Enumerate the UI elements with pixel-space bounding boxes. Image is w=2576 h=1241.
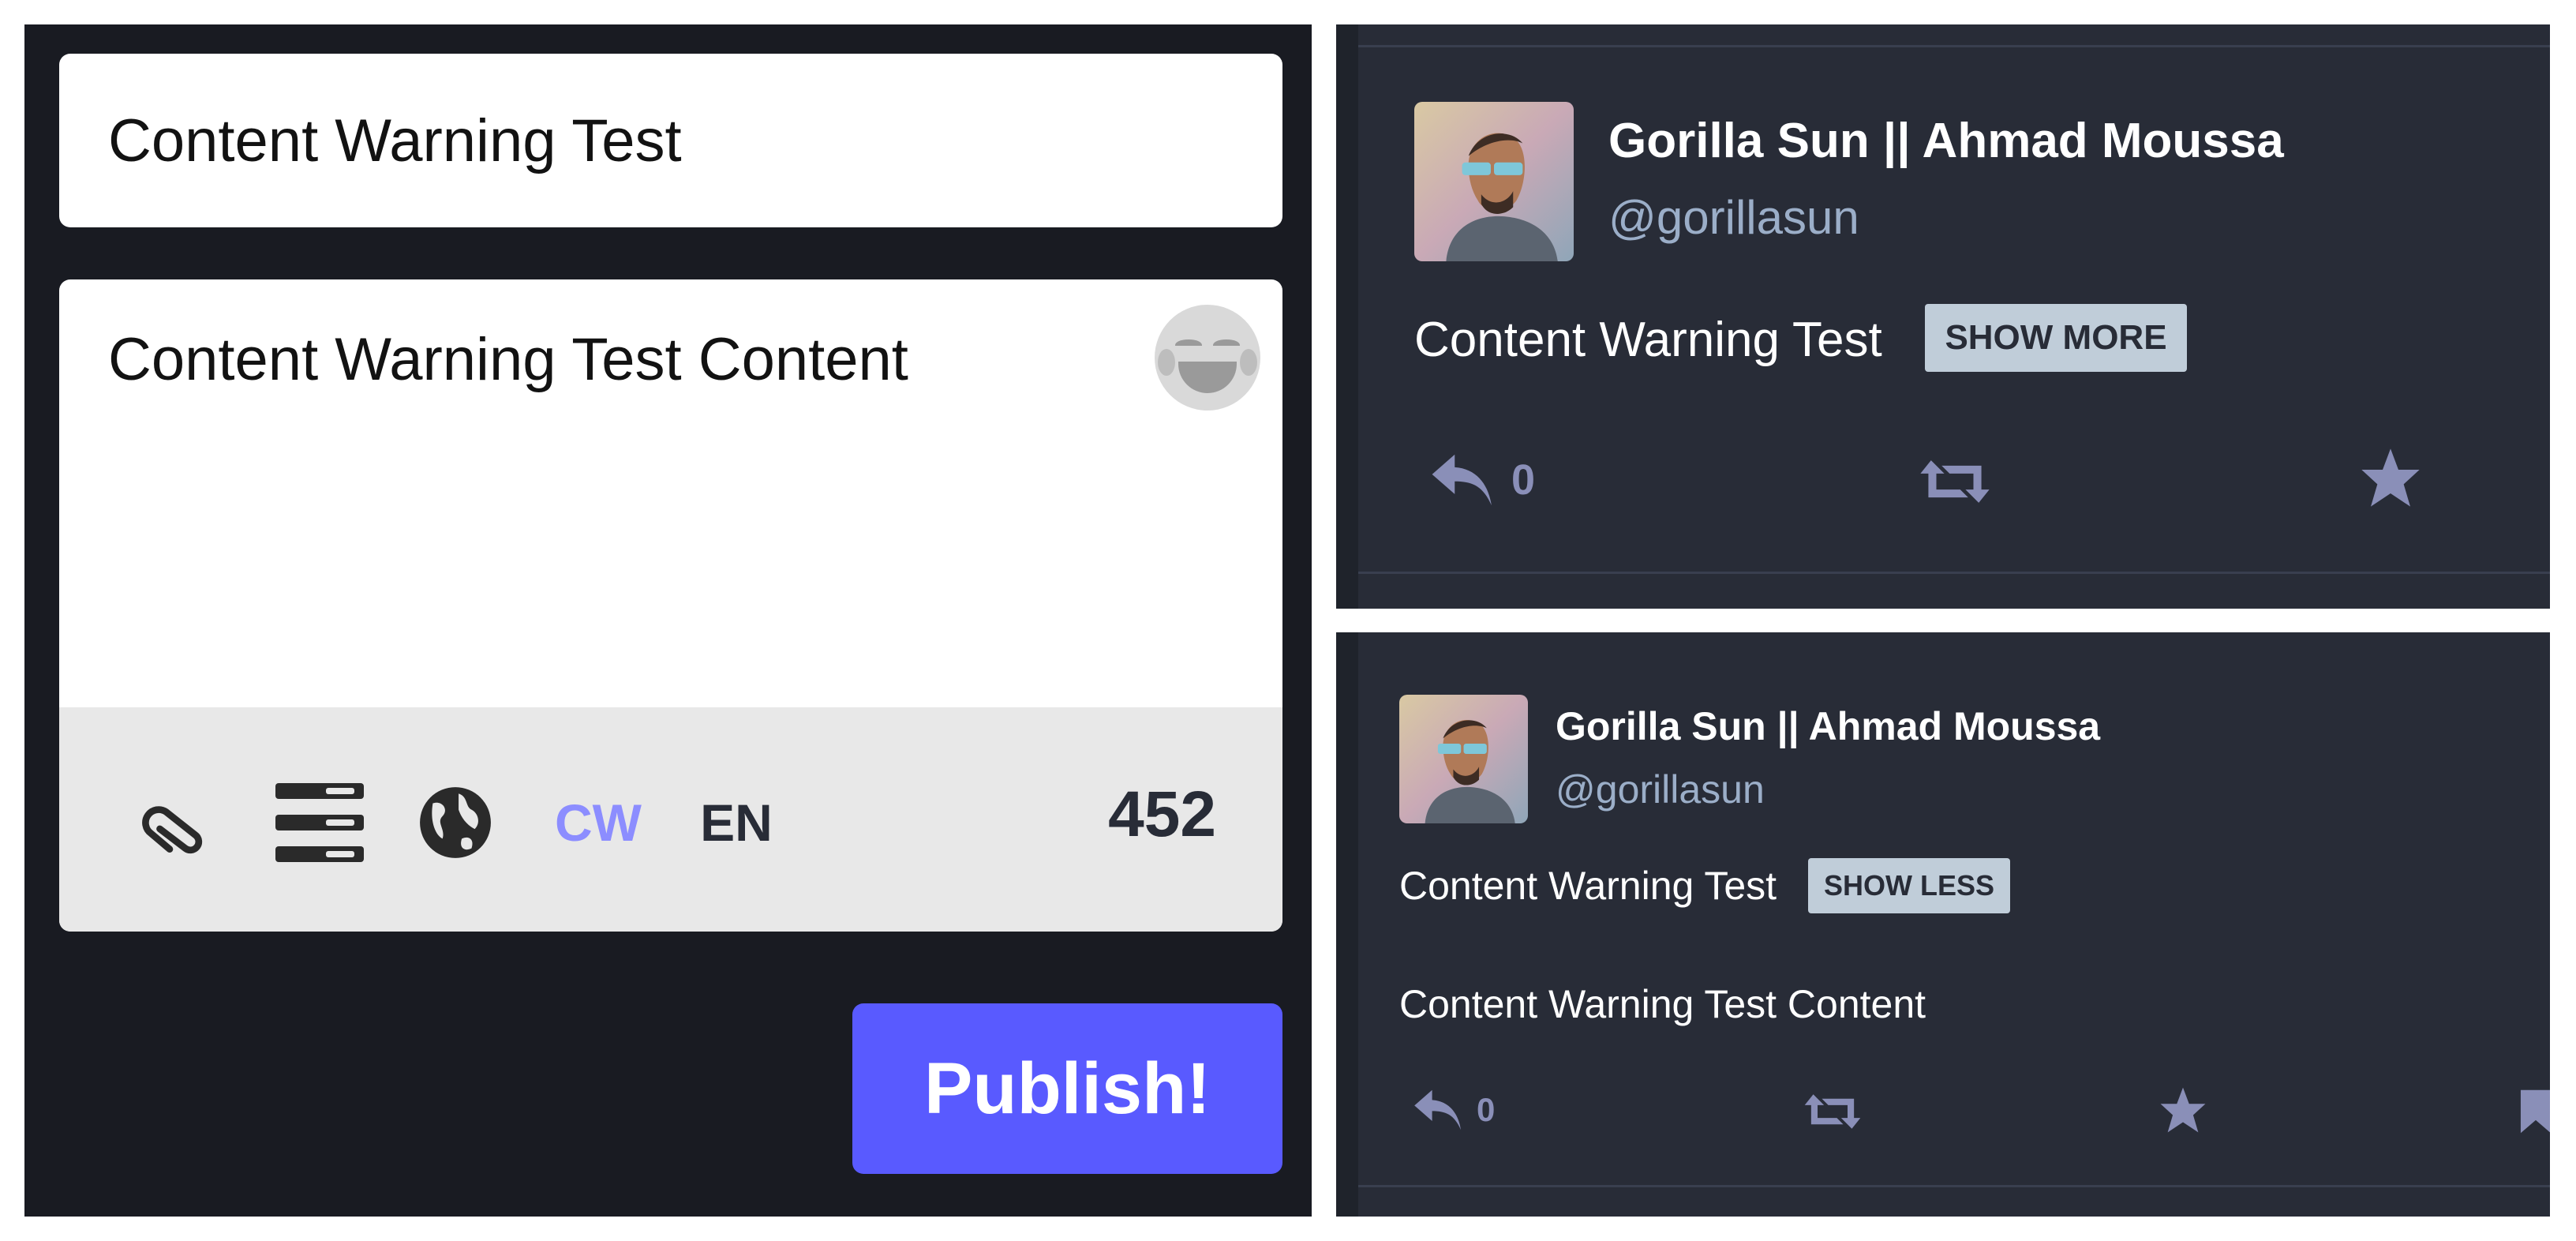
reply-button[interactable]: 0 [1429, 444, 1535, 516]
favourite-button[interactable] [2159, 1082, 2207, 1138]
emoji-picker-icon[interactable] [1155, 305, 1260, 411]
account-handle[interactable]: @gorillasun [1608, 190, 1859, 245]
divider [1358, 45, 2550, 47]
boost-button[interactable] [1803, 1085, 1863, 1138]
spoiler-text: Content Warning Test [1414, 313, 1882, 367]
star-icon [2361, 448, 2420, 507]
status-card-expanded: Gorilla Sun || Ahmad Moussa @gorillasun … [1336, 632, 2550, 1217]
compose-toolbar: CW EN 452 [59, 707, 1282, 932]
spoiler-text: Content Warning Test [1399, 864, 1777, 908]
globe-icon[interactable] [416, 783, 495, 862]
reply-button[interactable]: 0 [1412, 1082, 1495, 1138]
language-selector[interactable]: EN [697, 783, 776, 862]
show-more-button[interactable]: SHOW MORE [1925, 304, 2187, 372]
poll-icon[interactable] [274, 783, 365, 862]
star-icon [2160, 1087, 2206, 1133]
status-card-collapsed: Gorilla Sun || Ahmad Moussa @gorillasun … [1336, 24, 2550, 609]
divider [1358, 1185, 2550, 1187]
bookmark-button[interactable] [2518, 1085, 2550, 1138]
character-counter: 452 [1108, 778, 1216, 850]
bookmark-icon [2520, 1089, 2550, 1134]
account-handle[interactable]: @gorillasun [1556, 767, 1765, 812]
publish-button[interactable]: Publish! [852, 1003, 1282, 1174]
content-warning-input[interactable]: Content Warning Test [59, 54, 1282, 227]
boost-icon [1804, 1094, 1861, 1129]
compose-form: Content Warning Test Content Warning Tes… [24, 24, 1312, 1217]
content-warning-toggle[interactable]: CW [555, 783, 642, 862]
reply-count: 0 [1477, 1091, 1496, 1128]
status-text-value: Content Warning Test Content [108, 326, 908, 393]
avatar[interactable] [1414, 102, 1574, 261]
boost-button[interactable] [1918, 446, 1992, 517]
divider [1358, 572, 2550, 574]
content-warning-value: Content Warning Test [108, 107, 682, 174]
display-name[interactable]: Gorilla Sun || Ahmad Moussa [1608, 113, 2284, 169]
paperclip-icon[interactable] [138, 783, 217, 862]
reply-icon [1414, 1089, 1461, 1130]
status-content: Content Warning Test Content [1399, 982, 1926, 1026]
favourite-button[interactable] [2359, 438, 2422, 517]
reply-count: 0 [1511, 456, 1536, 504]
display-name[interactable]: Gorilla Sun || Ahmad Moussa [1556, 703, 2100, 749]
show-less-button[interactable]: SHOW LESS [1808, 858, 2010, 913]
avatar[interactable] [1399, 695, 1528, 823]
reply-icon [1432, 454, 1492, 506]
status-editor[interactable]: Content Warning Test Content CW EN 452 [59, 279, 1282, 932]
boost-icon [1920, 460, 1990, 503]
